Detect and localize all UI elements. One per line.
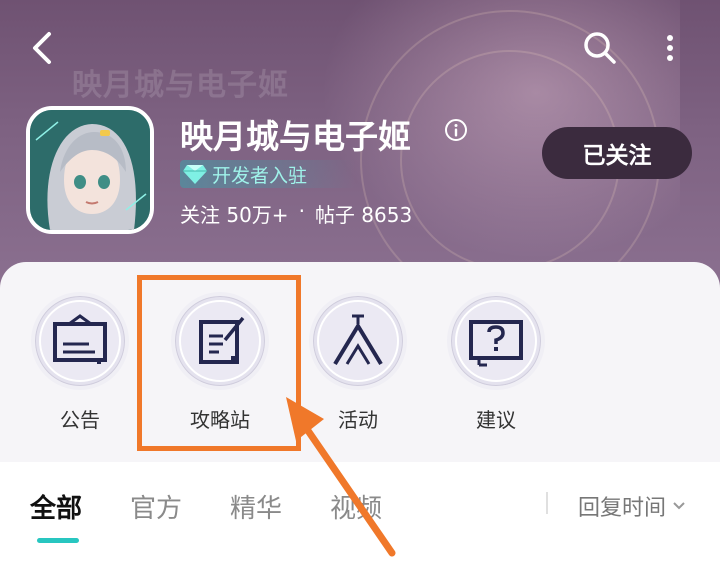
entry-icon-ring [309, 292, 407, 390]
sort-dropdown[interactable]: 回复时间 [578, 490, 686, 522]
developer-badge-label: 开发者入驻 [212, 164, 308, 187]
developer-joined-badge: 开发者入驻 [180, 160, 356, 188]
forum-title: 映月城与电子姬 [180, 117, 411, 156]
followed-button[interactable]: 已关注 [542, 127, 692, 179]
pointer-arrow-annotation [286, 397, 396, 557]
search-icon [584, 32, 616, 64]
follow-stat-count: 50万+ [226, 203, 289, 227]
active-tab-indicator [37, 538, 79, 543]
post-stat-label: 帖子 [314, 203, 355, 227]
forum-stats: 关注 50万+ · 帖子 8653 [180, 199, 412, 228]
post-stat-count: 8653 [361, 203, 413, 227]
tab-all[interactable]: 全部 [30, 488, 82, 525]
follow-stat: 关注 50万+ [180, 199, 289, 228]
quick-entry-suggestion[interactable]: 建议 [436, 292, 556, 433]
more-vertical-icon [667, 35, 673, 61]
follow-stat-label: 关注 [180, 203, 220, 227]
search-button[interactable] [580, 28, 620, 68]
chevron-down-icon [673, 502, 685, 510]
entry-icon-ring [447, 292, 545, 390]
anime-character-avatar-image [30, 110, 150, 230]
stats-separator: · [298, 199, 305, 223]
entry-icon-inner [39, 300, 121, 382]
more-options-button[interactable] [652, 28, 688, 68]
tent-activity-icon [333, 314, 383, 366]
post-stat: 帖子 8653 [315, 199, 412, 228]
info-icon [445, 119, 467, 141]
forum-info-button[interactable] [444, 118, 468, 142]
entry-icon-inner [455, 300, 537, 382]
quick-entry-announcement[interactable]: 公告 [20, 292, 140, 433]
sort-label: 回复时间 [578, 496, 667, 521]
banner-logo-watermark: 映月城与电子姬 [72, 68, 289, 103]
question-board-icon [469, 320, 523, 367]
announcement-board-icon [53, 314, 107, 364]
back-button[interactable] [22, 28, 62, 68]
quick-entry-label: 公告 [60, 408, 100, 432]
diamond-icon [183, 165, 207, 184]
chevron-left-icon [33, 32, 51, 64]
entry-icon-ring [31, 292, 129, 390]
tabs-divider [546, 492, 548, 514]
entry-icon-inner [317, 300, 399, 382]
tab-official[interactable]: 官方 [130, 488, 182, 525]
quick-entry-label: 建议 [476, 408, 516, 432]
forum-avatar[interactable] [26, 106, 154, 234]
